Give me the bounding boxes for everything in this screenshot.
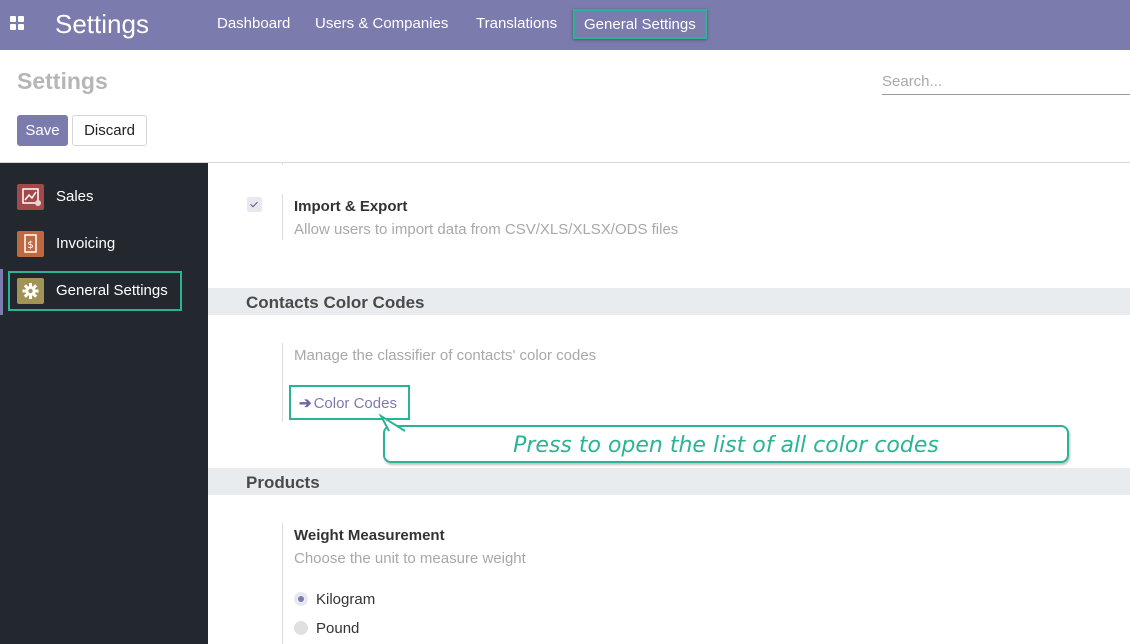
top-navbar: Settings Dashboard Users & Companies Tra… (0, 0, 1130, 50)
import-export-description: Allow users to import data from CSV/XLS/… (294, 221, 679, 238)
settings-content: Import & Export Allow users to import da… (208, 163, 1130, 644)
sidebar-item-general-settings[interactable]: General Settings (8, 271, 182, 311)
weight-measurement-title: Weight Measurement (294, 527, 445, 544)
section-title: Products (246, 473, 320, 492)
import-export-checkbox[interactable] (247, 197, 262, 212)
callout-pointer (379, 414, 406, 432)
tooltip-callout: Press to open the list of all color code… (383, 425, 1069, 463)
section-title: Contacts Color Codes (246, 293, 425, 312)
app-brand-title: Settings (55, 9, 149, 39)
discard-button[interactable]: Discard (72, 115, 147, 146)
sidebar-item-sales[interactable]: Sales (8, 177, 182, 217)
divider (282, 343, 283, 422)
radio-pound[interactable] (294, 621, 308, 635)
settings-sidebar: Sales $ Invoicing General Settings (0, 163, 208, 644)
divider (282, 523, 283, 644)
gear-icon (17, 278, 44, 304)
divider (282, 194, 283, 240)
sidebar-item-invoicing[interactable]: $ Invoicing (8, 224, 182, 264)
divider (282, 163, 283, 165)
nav-general-settings[interactable]: General Settings (573, 9, 707, 39)
page-title: Settings (17, 68, 108, 94)
sidebar-item-label: Invoicing (56, 235, 116, 252)
section-header-products: Products (208, 468, 1130, 495)
import-export-title: Import & Export (294, 198, 408, 215)
svg-text:$: $ (27, 240, 33, 251)
nav-dashboard[interactable]: Dashboard (217, 15, 290, 32)
color-codes-button-label: Color Codes (313, 394, 397, 412)
active-indicator (0, 269, 3, 315)
radio-kilogram[interactable] (294, 592, 308, 606)
sidebar-item-label: Sales (56, 188, 94, 205)
radio-label-pound: Pound (316, 620, 360, 637)
save-button[interactable]: Save (17, 115, 68, 146)
sales-chart-icon (17, 184, 44, 210)
callout-text: Press to open the list of all color code… (513, 433, 939, 458)
weight-measurement-description: Choose the unit to measure weight (294, 550, 526, 567)
control-panel: Settings Save Discard (0, 50, 1130, 163)
apps-grid-icon[interactable] (10, 16, 24, 30)
radio-label-kilogram: Kilogram (316, 591, 376, 608)
nav-translations[interactable]: Translations (476, 15, 557, 32)
arrow-right-icon: ➔ (299, 394, 312, 412)
invoice-icon: $ (17, 231, 44, 257)
search-input[interactable] (882, 69, 1130, 95)
sidebar-item-label: General Settings (56, 282, 168, 299)
color-codes-description: Manage the classifier of contacts' color… (294, 347, 597, 364)
nav-users-companies[interactable]: Users & Companies (315, 15, 448, 32)
section-header-contacts-color-codes: Contacts Color Codes (208, 288, 1130, 315)
